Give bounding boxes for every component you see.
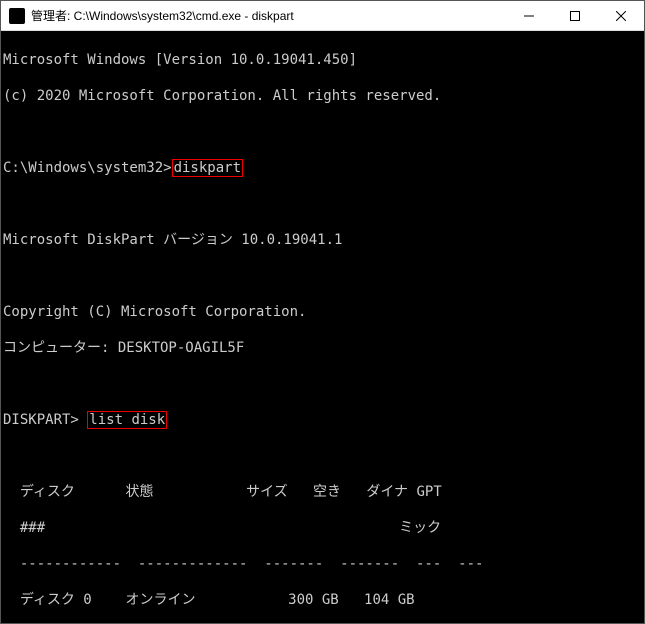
disk-header-1: ディスク 状態 サイズ 空き ダイナ GPT [3,483,642,501]
diskpart-version: Microsoft DiskPart バージョン 10.0.19041.1 [3,231,642,249]
diskpart-prompt: DISKPART> [3,412,87,428]
disk-header-2: ### ミック [3,519,642,537]
titlebar[interactable]: 管理者: C:\Windows\system32\cmd.exe - diskp… [1,1,644,31]
window-controls [506,1,644,30]
version-line: Microsoft Windows [Version 10.0.19041.45… [3,51,642,69]
cmd-window: 管理者: C:\Windows\system32\cmd.exe - diskp… [0,0,645,624]
cmd-icon [9,8,25,24]
computer-name: コンピューター: DESKTOP-OAGIL5F [3,339,642,357]
window-title: 管理者: C:\Windows\system32\cmd.exe - diskp… [25,7,506,24]
terminal-output[interactable]: Microsoft Windows [Version 10.0.19041.45… [1,31,644,623]
close-button[interactable] [598,1,644,30]
diskpart-copyright: Copyright (C) Microsoft Corporation. [3,303,642,321]
minimize-button[interactable] [506,1,552,30]
maximize-button[interactable] [552,1,598,30]
cmd-diskpart: diskpart [172,159,243,177]
copyright-line: (c) 2020 Microsoft Corporation. All righ… [3,87,642,105]
cmd-list-disk: list disk [87,411,167,429]
disk-row-0: ディスク 0 オンライン 300 GB 104 GB [3,591,642,609]
cwd-prompt: C:\Windows\system32> [3,160,172,176]
disk-rule: ------------ ------------- ------- -----… [3,555,642,573]
